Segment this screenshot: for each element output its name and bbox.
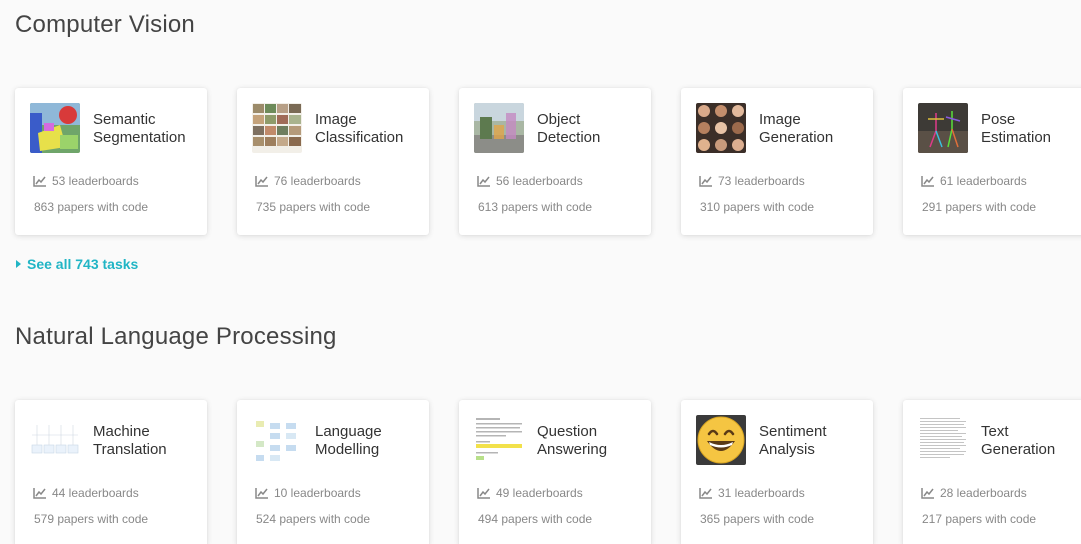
papers-count: 579 papers with code [34,512,149,526]
task-name: Text Generation [981,423,1056,458]
papers-count: 365 papers with code [700,512,815,526]
task-cards-row-computer-vision: Semantic Segmentation 53 leaderboards 86… [15,88,1081,236]
task-name: Language Modelling [315,423,382,458]
papers-count: 494 papers with code [478,512,593,526]
leaderboards-count: 76 leaderboards [255,174,361,188]
leaderboards-count: 10 leaderboards [255,486,361,500]
blocks-diagram-thumbnail [252,415,302,465]
task-card-image-generation[interactable]: Image Generation 73 leaderboards 310 pap… [681,88,873,235]
papers-count: 735 papers with code [256,200,371,214]
task-card-pose-estimation[interactable]: Pose Estimation 61 leaderboards 291 pape… [903,88,1081,235]
papers-count: 217 papers with code [922,512,1037,526]
task-name: Image Generation [759,111,834,146]
faces-grid-thumbnail [696,103,746,153]
task-card-language-modelling[interactable]: Language Modelling 10 leaderboards 524 p… [237,400,429,544]
leaderboards-count: 31 leaderboards [699,486,805,500]
task-name: Sentiment Analysis [759,423,827,458]
highlighted-text-thumbnail [474,415,524,465]
line-chart-icon [921,175,934,187]
task-card-machine-translation[interactable]: Machine Translation 44 leaderboards 579 … [15,400,207,544]
line-chart-icon [255,487,268,499]
leaderboards-count: 49 leaderboards [477,486,583,500]
see-all-tasks-link[interactable]: See all 743 tasks [16,256,138,272]
segmentation-thumbnail [30,103,80,153]
papers-count: 524 papers with code [256,512,371,526]
leaderboards-count: 53 leaderboards [33,174,139,188]
leaderboards-count: 56 leaderboards [477,174,583,188]
line-chart-icon [477,175,490,187]
leaderboards-count: 61 leaderboards [921,174,1027,188]
leaderboards-count: 28 leaderboards [921,486,1027,500]
task-name: Semantic Segmentation [93,111,186,146]
task-name: Question Answering [537,423,608,458]
task-name: Object Detection [537,111,601,146]
line-chart-icon [33,487,46,499]
papers-count: 863 papers with code [34,200,149,214]
leaderboards-count: 44 leaderboards [33,486,139,500]
caret-right-icon [16,260,21,268]
diagram-thumbnail [30,415,80,465]
papers-count: 291 papers with code [922,200,1037,214]
task-name: Image Classification [315,111,404,146]
line-chart-icon [699,487,712,499]
street-scene-thumbnail [474,103,524,153]
line-chart-icon [699,175,712,187]
task-card-semantic-segmentation[interactable]: Semantic Segmentation 53 leaderboards 86… [15,88,207,235]
papers-count: 310 papers with code [700,200,815,214]
section-title-natural-language-processing: Natural Language Processing [15,323,337,350]
papers-count: 613 papers with code [478,200,593,214]
task-card-text-generation[interactable]: Text Generation 28 leaderboards 217 pape… [903,400,1081,544]
task-name: Pose Estimation [981,111,1052,146]
image-grid-thumbnail [252,103,302,153]
section-title-computer-vision: Computer Vision [15,11,195,38]
line-chart-icon [33,175,46,187]
task-card-image-classification[interactable]: Image Classification 76 leaderboards 735… [237,88,429,235]
pose-skeleton-thumbnail [918,103,968,153]
task-cards-row-nlp: Machine Translation 44 leaderboards 579 … [15,400,1081,544]
line-chart-icon [477,487,490,499]
smiley-emoji-thumbnail [696,415,746,465]
task-name: Machine Translation [93,423,167,458]
leaderboards-count: 73 leaderboards [699,174,805,188]
line-chart-icon [921,487,934,499]
line-chart-icon [255,175,268,187]
text-document-thumbnail [918,415,968,465]
task-card-sentiment-analysis[interactable]: Sentiment Analysis 31 leaderboards 365 p… [681,400,873,544]
task-card-question-answering[interactable]: Question Answering 49 leaderboards 494 p… [459,400,651,544]
task-card-object-detection[interactable]: Object Detection 56 leaderboards 613 pap… [459,88,651,235]
